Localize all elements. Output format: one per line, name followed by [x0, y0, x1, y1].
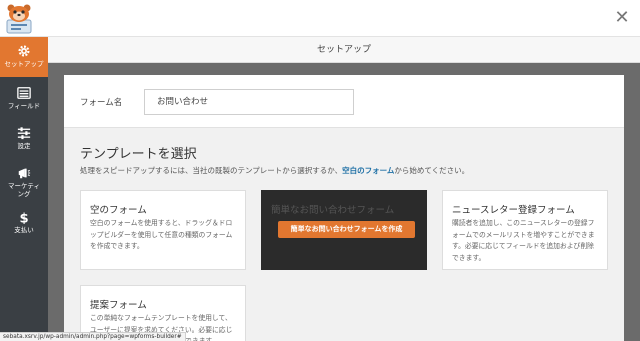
sliders-icon [17, 127, 31, 140]
sidebar-item-label: フィールド [7, 102, 41, 110]
sidebar-item-label: 支払い [14, 226, 34, 234]
megaphone-icon [18, 168, 31, 179]
close-icon[interactable]: ✕ [614, 9, 630, 27]
wpforms-logo-icon [4, 3, 34, 34]
template-card-description: 購読者を追加し、このニュースレターの登録フォームでのメールリストを増やすことがで… [452, 219, 595, 262]
sidebar-item-label: セットアップ [4, 60, 44, 68]
sidebar-item-label: マーケティ [8, 182, 40, 190]
sidebar-item-label-line2: ング [17, 190, 31, 198]
list-icon [17, 87, 31, 99]
template-card-description: 空白のフォームを使用すると、ドラッグ＆ドロップビルダーを使用して任意の種類のフォ… [90, 219, 233, 250]
svg-text:$: $ [19, 211, 28, 224]
template-card-blank[interactable]: 空のフォーム 空白のフォームを使用すると、ドラッグ＆ドロップビルダーを使用して任… [80, 190, 246, 270]
template-card-simple-contact[interactable]: 簡単なお問い合わせフォーム 簡単なお問い合わせフォームを作成 [261, 190, 427, 270]
sidebar-item-label: 設定 [17, 142, 31, 150]
template-card-title: 簡単なお問い合わせフォーム [271, 205, 395, 216]
sidebar-item-payments[interactable]: $ 支払い [0, 203, 48, 243]
form-name-row: フォーム名 お問い合わせ [64, 75, 624, 128]
template-section-description: 処理をスピードアップするには、当社の既製のテンプレートから選択するか、空白のフォ… [80, 165, 469, 176]
top-bar: ✕ [0, 0, 640, 37]
status-bar-url: sebata.xsrv.jp/wp-admin/admin.php?page=w… [0, 332, 186, 341]
template-card-title: 提案フォーム [90, 300, 147, 311]
template-card-title: 空のフォーム [90, 205, 147, 216]
gear-icon [18, 45, 30, 57]
sidebar: セットアップ フィールド 設定 マーケティ ング $ 支払い [0, 37, 48, 341]
description-text-end: から始めてください。 [394, 166, 470, 175]
sidebar-item-marketing[interactable]: マーケティ ング [0, 159, 48, 203]
template-card-newsletter[interactable]: ニュースレター登録フォーム 購読者を追加し、このニュースレターの登録フォームでの… [442, 190, 608, 270]
form-name-label: フォーム名 [80, 98, 123, 108]
form-name-input[interactable]: お問い合わせ [144, 89, 354, 115]
description-text: 処理をスピードアップするには、当社の既製のテンプレートから選択するか、 [80, 166, 343, 175]
section-title: セットアップ [48, 37, 640, 63]
create-simple-contact-form-button[interactable]: 簡単なお問い合わせフォームを作成 [278, 221, 415, 238]
template-card-title: ニュースレター登録フォーム [452, 205, 575, 216]
sidebar-item-setup[interactable]: セットアップ [0, 37, 48, 77]
template-section-title: テンプレートを選択 [80, 147, 197, 162]
sidebar-item-settings[interactable]: 設定 [0, 119, 48, 159]
sidebar-item-fields[interactable]: フィールド [0, 79, 48, 119]
dollar-icon: $ [19, 211, 28, 224]
blank-form-link[interactable]: 空白のフォーム [342, 166, 394, 175]
